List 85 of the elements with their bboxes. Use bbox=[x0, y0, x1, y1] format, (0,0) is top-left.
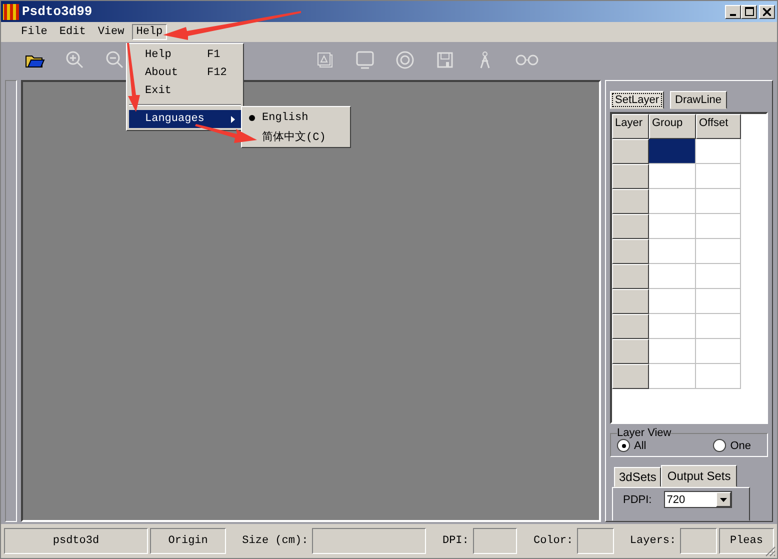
table-cell[interactable] bbox=[649, 264, 696, 289]
table-cell[interactable] bbox=[649, 314, 696, 339]
table-cell[interactable] bbox=[696, 314, 741, 339]
row-header[interactable] bbox=[612, 264, 649, 289]
target-icon[interactable] bbox=[395, 50, 415, 70]
table-cell[interactable] bbox=[649, 139, 696, 164]
table-cell[interactable] bbox=[649, 289, 696, 314]
radio-option[interactable]: One bbox=[713, 439, 751, 452]
status-field bbox=[680, 528, 717, 554]
menu-item[interactable]: About F12 bbox=[129, 64, 241, 82]
table-cell[interactable] bbox=[696, 289, 741, 314]
status-label: Size (cm): bbox=[241, 535, 310, 547]
status-panel: Origin bbox=[150, 528, 226, 554]
table-cell[interactable] bbox=[649, 189, 696, 214]
row-header[interactable] bbox=[612, 289, 649, 314]
row-header[interactable] bbox=[612, 314, 649, 339]
row-header[interactable] bbox=[612, 189, 649, 214]
maximize-button[interactable] bbox=[741, 4, 757, 18]
row-header[interactable] bbox=[612, 214, 649, 239]
tab[interactable]: SetLayer bbox=[610, 91, 664, 109]
row-header[interactable] bbox=[612, 339, 649, 364]
status-label: Layers: bbox=[628, 535, 678, 547]
resize-grip-icon[interactable] bbox=[765, 546, 776, 557]
zoom-out-icon[interactable] bbox=[105, 50, 125, 70]
pdpi-dropdown[interactable]: 720 bbox=[664, 491, 732, 508]
column-header[interactable]: Layer bbox=[612, 114, 649, 139]
status-field bbox=[577, 528, 614, 554]
tab[interactable]: Output Sets bbox=[661, 465, 737, 487]
annotation-arrow bbox=[195, 124, 257, 143]
table-cell[interactable] bbox=[696, 214, 741, 239]
window-title: Psdto3d99 bbox=[22, 4, 92, 19]
radio-button[interactable] bbox=[617, 439, 630, 452]
radio-button[interactable] bbox=[713, 439, 726, 452]
menu-item[interactable]: English bbox=[242, 109, 350, 127]
menu-item[interactable]: Help F1 bbox=[129, 46, 241, 64]
row-header[interactable] bbox=[612, 239, 649, 264]
radio-label: One bbox=[730, 440, 751, 452]
menu-item[interactable]: Help bbox=[132, 24, 167, 40]
table-cell[interactable] bbox=[696, 264, 741, 289]
table-cell[interactable] bbox=[696, 239, 741, 264]
menu-item[interactable]: View bbox=[94, 24, 128, 40]
zoom-in-icon[interactable] bbox=[65, 50, 85, 70]
group-title: Layer View bbox=[617, 427, 672, 439]
row-header[interactable] bbox=[612, 164, 649, 189]
menu-item[interactable]: Edit bbox=[55, 24, 90, 40]
table-cell[interactable] bbox=[649, 214, 696, 239]
pdpi-label: PDPI: bbox=[623, 494, 652, 506]
monitor-icon[interactable] bbox=[355, 50, 375, 70]
menu-item[interactable]: File bbox=[17, 24, 52, 40]
menu-item[interactable]: 简体中文(C) bbox=[242, 127, 350, 145]
column-header[interactable]: Group bbox=[649, 114, 696, 139]
submenu-arrow-icon bbox=[231, 116, 235, 122]
radio-label: All bbox=[634, 440, 646, 452]
status-label: Color: bbox=[532, 535, 574, 547]
annotation-arrow bbox=[127, 43, 140, 112]
status-label: DPI: bbox=[441, 535, 470, 547]
table-cell[interactable] bbox=[649, 339, 696, 364]
dropdown-arrow-icon bbox=[720, 498, 727, 502]
app-icon bbox=[3, 4, 19, 20]
close-icon bbox=[763, 8, 771, 16]
table-cell[interactable] bbox=[649, 364, 696, 389]
save-icon[interactable] bbox=[435, 50, 455, 70]
status-field bbox=[472, 528, 518, 554]
close-button[interactable] bbox=[759, 4, 775, 18]
table-cell[interactable] bbox=[696, 189, 741, 214]
status-panel: psdto3d bbox=[4, 528, 148, 554]
maximize-icon bbox=[744, 7, 754, 16]
row-header[interactable] bbox=[612, 139, 649, 164]
column-header[interactable]: Offset bbox=[696, 114, 741, 139]
layers-icon[interactable] bbox=[315, 50, 335, 70]
status-panel: Pleas bbox=[718, 528, 774, 554]
tab[interactable]: 3dSets bbox=[614, 467, 662, 487]
menu-item[interactable]: Languages bbox=[129, 110, 241, 128]
minimize-button[interactable] bbox=[725, 4, 741, 18]
table-cell[interactable] bbox=[696, 364, 741, 389]
radio-option[interactable]: All bbox=[617, 439, 646, 452]
menu-item[interactable]: Exit bbox=[129, 82, 241, 100]
table-cell[interactable] bbox=[649, 239, 696, 264]
table-cell[interactable] bbox=[696, 164, 741, 189]
table-cell[interactable] bbox=[696, 339, 741, 364]
row-header[interactable] bbox=[612, 364, 649, 389]
tab[interactable]: DrawLine bbox=[670, 91, 726, 109]
minimize-icon bbox=[730, 14, 736, 16]
table-cell[interactable] bbox=[696, 139, 741, 164]
table-cell[interactable] bbox=[649, 164, 696, 189]
